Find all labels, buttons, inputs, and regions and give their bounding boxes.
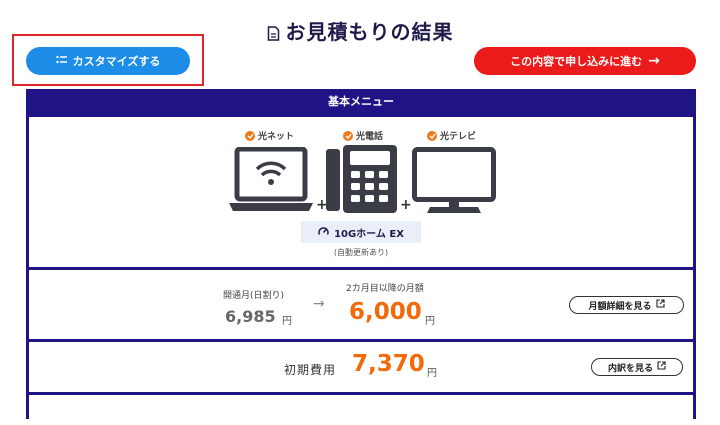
- initial-fee-unit: 円: [427, 368, 437, 379]
- document-icon: [267, 22, 280, 46]
- first-month-label: 開通月(日割り): [223, 291, 285, 301]
- regular-month-unit: 円: [425, 316, 435, 327]
- plan-badge: 10Gホーム EX: [301, 221, 421, 243]
- customize-button-label: カスタマイズする: [72, 55, 161, 68]
- apply-button[interactable]: この内容で申し込みに進む →: [474, 47, 696, 75]
- initial-fee-price: 7,370: [352, 351, 425, 377]
- service-label-text: 光ネット: [258, 132, 295, 142]
- telephone-icon: [326, 145, 397, 213]
- service-label-internet: 光ネット: [245, 129, 294, 142]
- monthly-details-button[interactable]: 月額詳細を見る: [569, 296, 684, 314]
- panel-title: 基本メニュー: [328, 95, 394, 108]
- arrow-right-icon: →: [648, 53, 660, 69]
- customize-button[interactable]: カスタマイズする: [26, 47, 190, 75]
- first-month-price: 6,985: [225, 307, 276, 326]
- initial-fee-card: 初期費用 7,370 円 内訳を見る: [29, 342, 693, 392]
- basic-menu-panel: 基本メニュー 光ネット 光電話 光テレビ + + 10Gホーム EX (自動更新…: [26, 89, 696, 425]
- breakdown-label: 内訳を見る: [607, 363, 653, 374]
- page-title-text: お見積もりの結果: [285, 20, 454, 44]
- list-settings-icon: [55, 55, 67, 68]
- services-card: 光ネット 光電話 光テレビ + + 10Gホーム EX (自動更新あり): [29, 117, 693, 267]
- plan-name: 10Gホーム EX: [334, 228, 404, 240]
- external-link-icon: [655, 299, 665, 311]
- check-icon: [343, 130, 353, 141]
- plus-sign: +: [400, 197, 412, 213]
- service-label-text: 光テレビ: [440, 132, 477, 142]
- check-icon: [245, 130, 255, 141]
- tv-icon: [412, 147, 496, 213]
- external-link-icon: [657, 361, 666, 373]
- arrow-right-icon: →: [313, 296, 325, 312]
- service-label-text: 光電話: [356, 132, 384, 142]
- initial-fee-label: 初期費用: [284, 363, 337, 377]
- check-icon: [427, 130, 437, 141]
- laptop-wifi-icon: [229, 147, 313, 211]
- plan-note: (自動更新あり): [333, 248, 389, 257]
- regular-month-price: 6,000: [349, 299, 422, 325]
- monthly-fee-card: 開通月(日割り) 6,985 円 → 2カ月目以降の月額 6,000 円 月額詳…: [29, 270, 693, 339]
- speed-gauge-icon: [318, 226, 329, 239]
- regular-month-label: 2カ月目以降の月額: [346, 284, 424, 294]
- breakdown-button[interactable]: 内訳を見る: [591, 358, 683, 376]
- monthly-details-label: 月額詳細を見る: [588, 301, 652, 312]
- apply-button-label: この内容で申し込みに進む: [510, 55, 643, 68]
- service-label-tv: 光テレビ: [427, 129, 476, 142]
- first-month-unit: 円: [282, 316, 292, 327]
- service-label-phone: 光電話: [343, 129, 383, 142]
- next-card: [29, 395, 693, 425]
